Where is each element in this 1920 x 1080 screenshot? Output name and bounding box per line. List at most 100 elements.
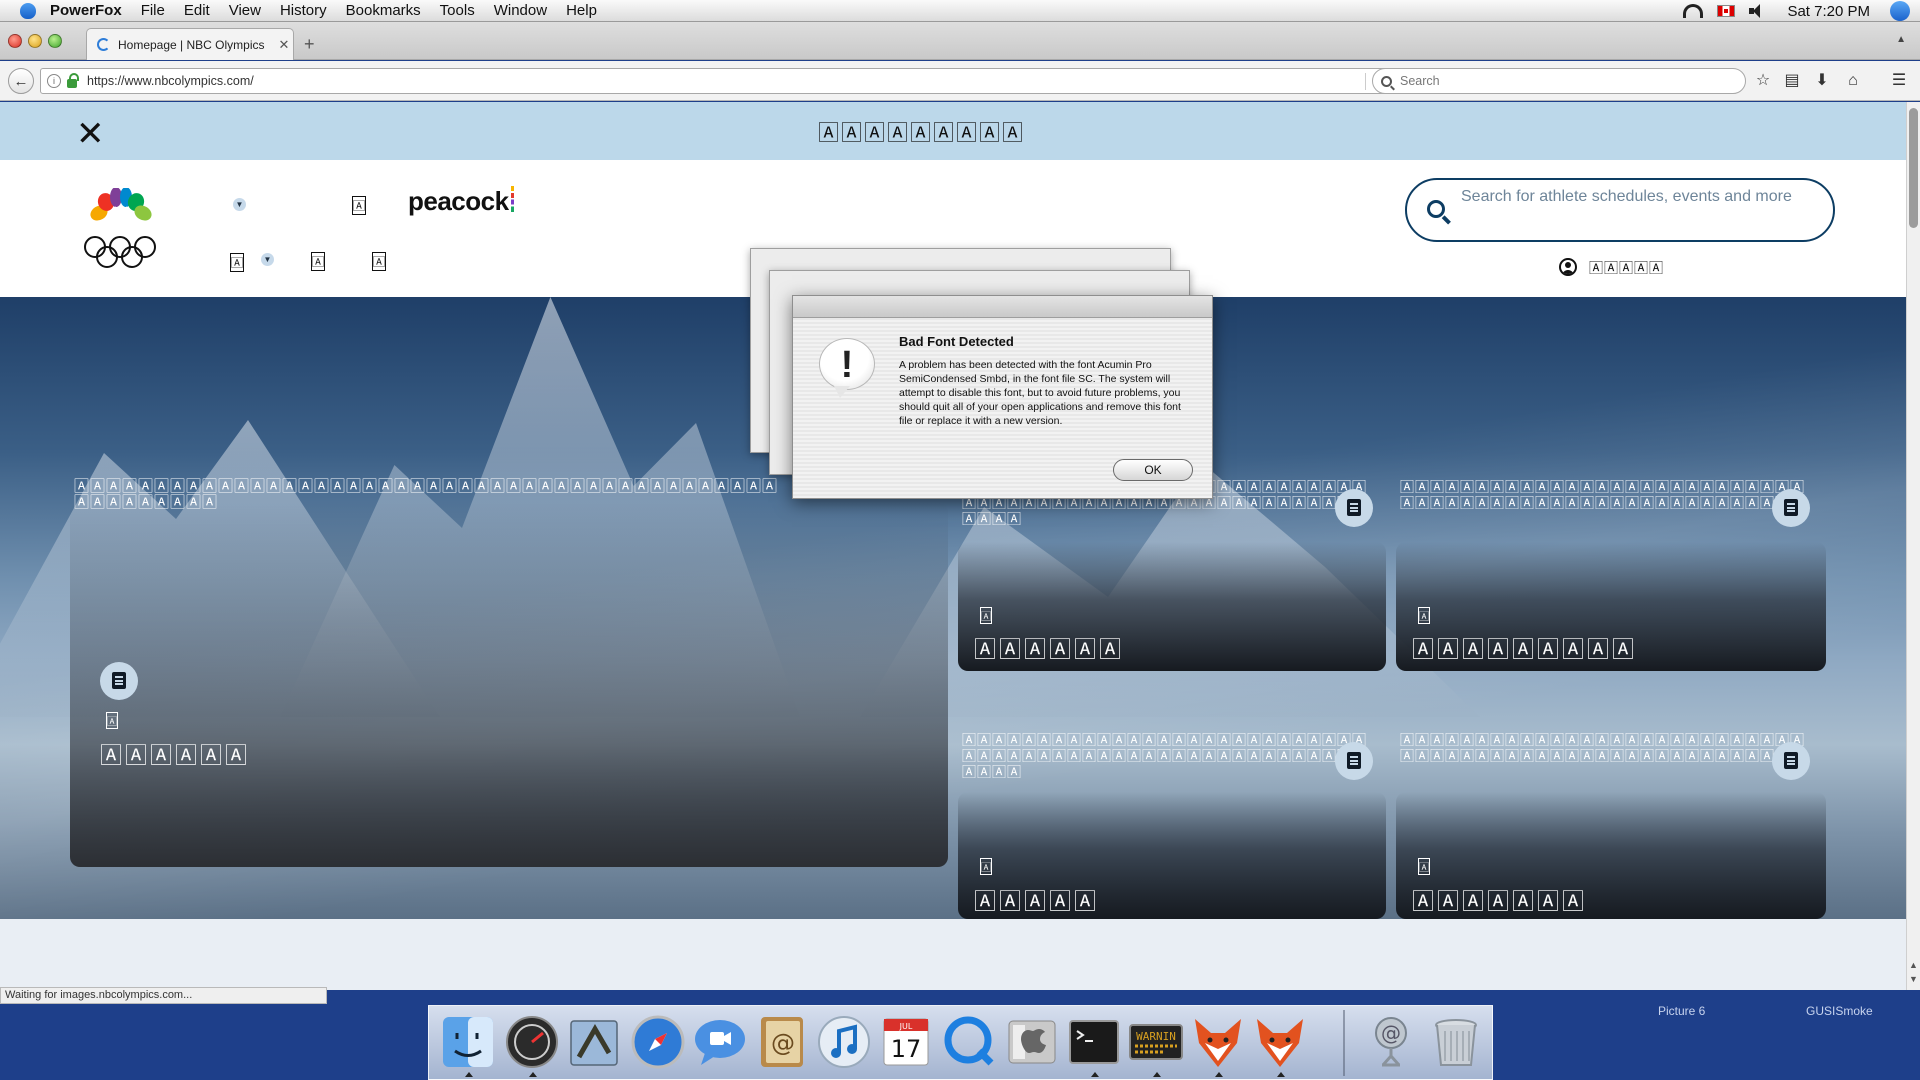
finder-icon[interactable] [439, 1013, 497, 1077]
olympic-rings-logo[interactable] [82, 234, 160, 272]
navigation-toolbar: ← i https://www.nbcolympics.com/ ✕ Searc… [0, 61, 1920, 101]
ical-month: JUL [899, 1022, 913, 1031]
nbc-peacock-logo[interactable] [84, 188, 158, 224]
menu-window[interactable]: Window [494, 2, 547, 19]
downloads-icon[interactable]: ⬇ [1811, 70, 1833, 92]
window-close-button[interactable] [8, 34, 22, 48]
article-icon [1335, 489, 1373, 527]
dashboard-icon[interactable] [503, 1013, 561, 1077]
scroll-up-arrow-icon[interactable]: ▲ [1909, 960, 1918, 970]
promo-text[interactable]: 🄰🄰🄰🄰🄰🄰🄰🄰🄰 [818, 117, 1025, 147]
site-info-icon[interactable]: i [47, 74, 61, 88]
alert-title: Bad Font Detected [899, 334, 1014, 349]
tab-close-icon[interactable]: ✕ [275, 37, 293, 53]
bookmark-star-icon[interactable]: ☆ [1752, 70, 1774, 92]
scrollbar-thumb[interactable] [1909, 108, 1918, 228]
ok-button[interactable]: OK [1113, 459, 1193, 481]
bad-font-alert-dialog: ! Bad Font Detected A problem has been d… [792, 295, 1213, 499]
card-headline[interactable]: 🄰🄰🄰🄰🄰🄰🄰🄰🄰🄰🄰🄰🄰🄰🄰🄰🄰🄰🄰🄰🄰🄰🄰🄰🄰🄰🄰🄰🄰🄰🄰🄰🄰🄰🄰🄰🄰🄰🄰🄰… [1400, 479, 1825, 511]
itunes-icon[interactable] [815, 1013, 873, 1071]
caution-icon: ! [819, 338, 875, 398]
tab-list-icon[interactable]: ▲ [1896, 34, 1906, 45]
card-tag: 🄰 [980, 858, 992, 875]
new-tab-icon[interactable]: + [304, 34, 315, 55]
nav-item-4[interactable]: 🄰 [372, 252, 387, 271]
card-title: 🄰🄰🄰🄰🄰🄰 [974, 637, 1125, 662]
desktop-file-label[interactable]: GUSISmoke [1806, 1004, 1873, 1018]
peacock-logo[interactable]: peacock [408, 186, 514, 217]
card-headline[interactable]: 🄰🄰🄰🄰🄰🄰🄰🄰🄰🄰🄰🄰🄰🄰🄰🄰🄰🄰🄰🄰🄰🄰🄰🄰🄰🄰🄰🄰🄰🄰🄰🄰🄰🄰🄰🄰🄰🄰🄰🄰… [962, 732, 1387, 780]
menu-help[interactable]: Help [566, 2, 597, 19]
card-title: 🄰🄰🄰🄰🄰🄰🄰🄰🄰 [1412, 637, 1638, 662]
menu-history[interactable]: History [280, 2, 327, 19]
ical-icon[interactable]: JUL 17 [877, 1013, 935, 1071]
address-book-icon[interactable]: @ [753, 1013, 811, 1071]
menu-view[interactable]: View [229, 2, 261, 19]
desktop-file-label[interactable]: Picture 6 [1658, 1004, 1705, 1018]
nav-item-1[interactable]: 🄰 [352, 196, 367, 215]
nav-item-2[interactable]: 🄰 [230, 253, 245, 272]
system-prefs-icon[interactable] [1003, 1013, 1061, 1071]
wifi-icon[interactable] [1683, 4, 1704, 18]
story-card[interactable]: 🄰 🄰🄰🄰🄰🄰🄰🄰🄰🄰 [1396, 542, 1826, 671]
ical-day: 17 [891, 1035, 922, 1063]
card-title: 🄰🄰🄰🄰🄰 [974, 889, 1100, 914]
menu-bar: PowerFox File Edit View History Bookmark… [0, 0, 1920, 22]
url-bar[interactable]: i https://www.nbcolympics.com/ ✕ [40, 68, 1392, 94]
site-search-input[interactable]: Search for athlete schedules, events and… [1405, 178, 1835, 242]
scroll-down-arrow-icon[interactable]: ▼ [1909, 974, 1918, 984]
trash-icon[interactable] [1427, 1013, 1485, 1071]
volume-icon[interactable] [1749, 4, 1767, 18]
page-scrollbar[interactable]: ▲ ▼ [1906, 102, 1920, 990]
promo-banner: ✕ 🄰🄰🄰🄰🄰🄰🄰🄰🄰 [0, 102, 1906, 160]
card-tag: 🄰 [1418, 858, 1430, 875]
hamburger-menu-icon[interactable]: ☰ [1888, 70, 1910, 92]
powerfox-icon[interactable] [1251, 1013, 1309, 1077]
powerfox-icon[interactable] [1189, 1013, 1247, 1077]
close-icon[interactable]: ✕ [76, 114, 105, 154]
reading-list-icon[interactable]: ▤ [1781, 70, 1803, 92]
menu-file[interactable]: File [141, 2, 165, 19]
chevron-down-icon[interactable]: ▼ [261, 253, 274, 266]
menu-clock[interactable]: Sat 7:20 PM [1787, 3, 1870, 20]
spotlight-icon[interactable] [1890, 1, 1910, 21]
url-text[interactable]: https://www.nbcolympics.com/ [87, 74, 1365, 88]
back-button[interactable]: ← [8, 68, 34, 94]
ichat-icon[interactable] [691, 1013, 749, 1071]
mail-icon[interactable] [565, 1013, 623, 1071]
search-icon [1381, 75, 1392, 87]
home-icon[interactable]: ⌂ [1842, 70, 1864, 92]
menu-app-name[interactable]: PowerFox [50, 2, 122, 19]
window-zoom-button[interactable] [48, 34, 62, 48]
page-content: ✕ 🄰🄰🄰🄰🄰🄰🄰🄰🄰 ▼ 🄰 peacock 🄰 ▼ 🄰 🄰 Search f… [0, 102, 1906, 990]
menu-edit[interactable]: Edit [184, 2, 210, 19]
menu-tools[interactable]: Tools [440, 2, 475, 19]
window-minimize-button[interactable] [28, 34, 42, 48]
terminal-icon[interactable] [1065, 1013, 1123, 1077]
story-card[interactable]: 🄰 🄰🄰🄰🄰🄰🄰 [958, 542, 1386, 671]
safari-icon[interactable] [629, 1013, 687, 1071]
card-tag: 🄰 [980, 607, 992, 624]
card-headline[interactable]: 🄰🄰🄰🄰🄰🄰🄰🄰🄰🄰🄰🄰🄰🄰🄰🄰🄰🄰🄰🄰🄰🄰🄰🄰🄰🄰🄰🄰🄰🄰🄰🄰🄰🄰🄰🄰🄰🄰🄰🄰… [1400, 732, 1825, 764]
story-card[interactable]: 🄰 🄰🄰🄰🄰🄰🄰🄰 [1396, 792, 1826, 919]
alert-titlebar[interactable] [793, 296, 1212, 318]
nav-item-3[interactable]: 🄰 [311, 252, 326, 271]
article-icon [1772, 489, 1810, 527]
browser-search-input[interactable]: Search [1372, 68, 1746, 94]
dock: @ JUL 17 WARNIN @ [428, 1005, 1493, 1080]
input-source-icon[interactable] [1717, 5, 1736, 17]
console-icon[interactable]: WARNIN [1127, 1013, 1185, 1077]
card-title: 🄰🄰🄰🄰🄰🄰🄰 [1412, 889, 1588, 914]
account-icon[interactable] [1559, 258, 1577, 276]
browser-tab[interactable]: Homepage | NBC Olympics ✕ [86, 28, 294, 60]
menu-bookmarks[interactable]: Bookmarks [346, 2, 421, 19]
downloads-stack-icon[interactable]: @ [1362, 1013, 1420, 1071]
story-card[interactable]: 🄰 🄰🄰🄰🄰🄰 [958, 792, 1386, 919]
quicktime-icon[interactable] [941, 1013, 999, 1071]
apple-menu-icon[interactable] [20, 2, 36, 19]
hero-card[interactable]: 🄰 🄰🄰🄰🄰🄰🄰 [70, 502, 948, 867]
console-text: WARNIN [1136, 1030, 1176, 1043]
sign-in-link[interactable]: 🄰🄰🄰🄰🄰 [1589, 258, 1664, 278]
svg-text:@: @ [1381, 1021, 1401, 1045]
chevron-down-icon[interactable]: ▼ [233, 198, 246, 211]
